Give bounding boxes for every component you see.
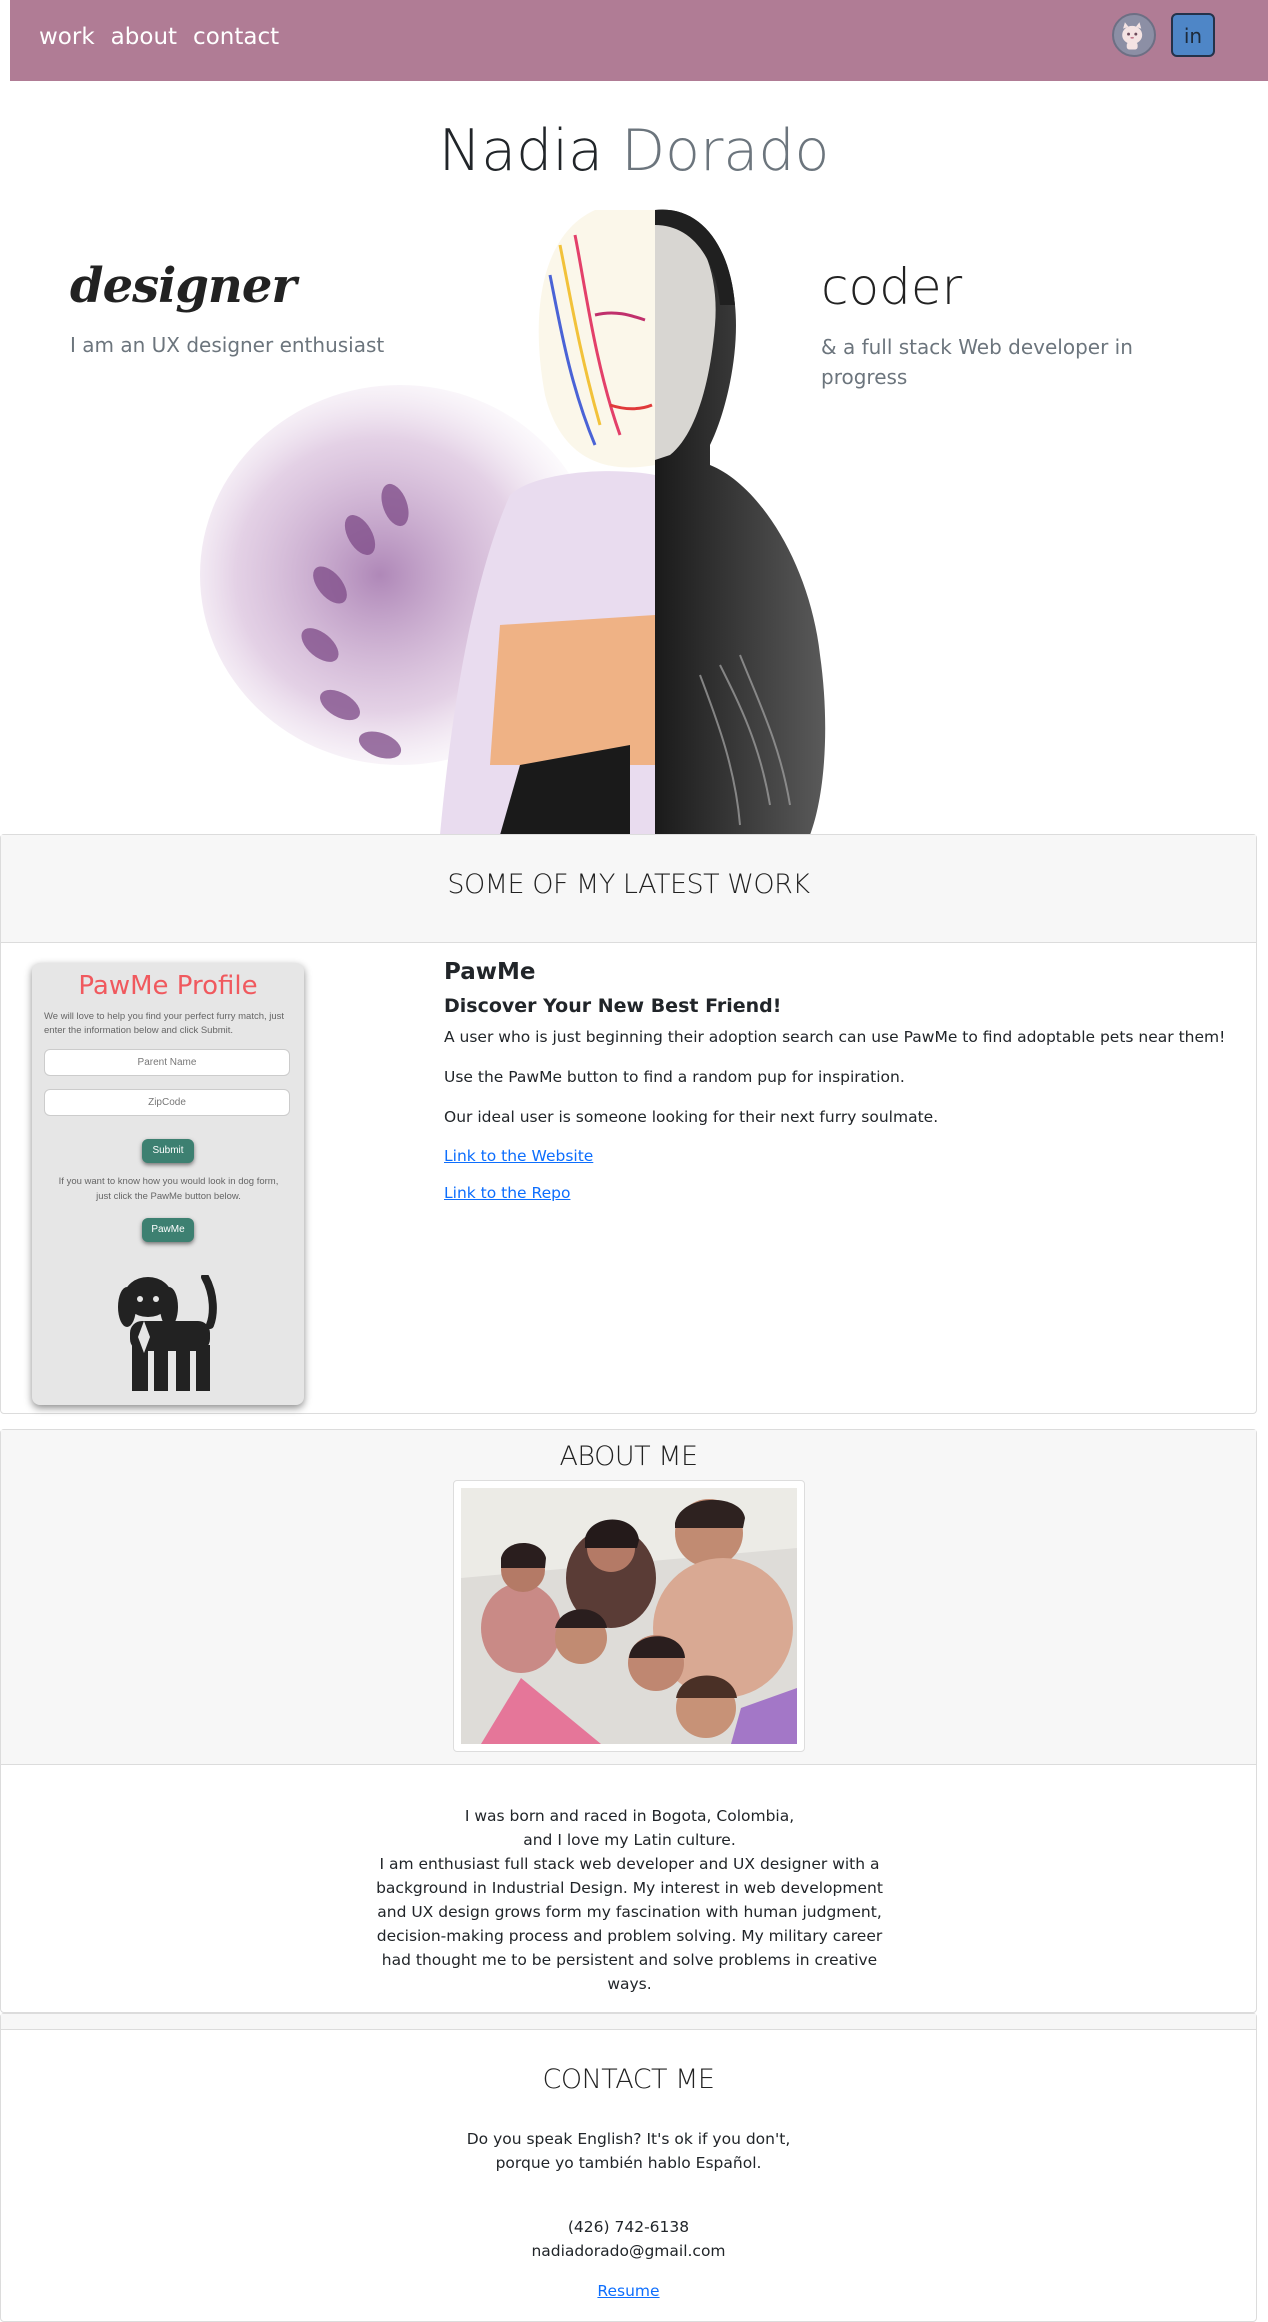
coder-subtitle: & a full stack Web developer in progress bbox=[821, 335, 1133, 389]
repo-link[interactable]: Link to the Repo bbox=[444, 1184, 1244, 1202]
nav-link-about[interactable]: about bbox=[111, 24, 177, 50]
work-section-header: SOME OF MY LATEST WORK bbox=[1, 835, 1256, 943]
designer-heading: designer bbox=[70, 258, 297, 314]
thumbnail-title: PawMe Profile bbox=[78, 971, 258, 1001]
contact-details: (426) 742-6138 nadiadorado@gmail.com Res… bbox=[1, 2215, 1256, 2303]
about-family-photo bbox=[453, 1480, 805, 1752]
contact-language-note: Do you speak English? It's ok if you don… bbox=[1, 2127, 1256, 2175]
linkedin-icon[interactable]: in bbox=[1171, 13, 1215, 57]
contact-section: CONTACT ME Do you speak English? It's ok… bbox=[0, 2013, 1257, 2322]
contact-lang-line-1: Do you speak English? It's ok if you don… bbox=[466, 2130, 791, 2148]
about-line-2: and I love my Latin culture. bbox=[523, 1831, 736, 1849]
contact-phone: (426) 742-6138 bbox=[567, 2218, 690, 2236]
project-name: PawMe bbox=[444, 959, 536, 985]
thumbnail-submit-button: Submit bbox=[142, 1139, 194, 1163]
work-heading: SOME OF MY LATEST WORK bbox=[447, 869, 810, 900]
contact-section-header bbox=[1, 2014, 1256, 2030]
last-name: Dorado bbox=[621, 118, 830, 184]
project-tagline: Discover Your New Best Friend! bbox=[444, 995, 782, 1017]
first-name: Nadia bbox=[438, 118, 604, 184]
about-line-1: I was born and raced in Bogota, Colombia… bbox=[464, 1807, 795, 1825]
contact-email: nadiadorado@gmail.com bbox=[531, 2242, 726, 2260]
nav-links: work about contact bbox=[39, 24, 279, 50]
project-details: PawMe Discover Your New Best Friend! A u… bbox=[444, 959, 1244, 1221]
linkedin-label: in bbox=[1184, 24, 1202, 48]
thumbnail-parent-name-field: Parent Name bbox=[44, 1049, 290, 1076]
about-section: ABOUT ME I was born and raced in Bogota,… bbox=[0, 1429, 1257, 2013]
page-title: Nadia Dorado bbox=[0, 118, 1268, 184]
about-heading: ABOUT ME bbox=[559, 1441, 698, 1472]
thumbnail-note: If you want to know how you would look i… bbox=[58, 1176, 279, 1202]
contact-lang-line-2: porque yo también hablo Español. bbox=[495, 2154, 762, 2172]
pawme-screenshot-thumbnail[interactable]: PawMe Profile We will love to help you f… bbox=[32, 963, 304, 1405]
about-section-header: ABOUT ME bbox=[1, 1430, 1256, 1765]
work-section: SOME OF MY LATEST WORK PawMe Profile We … bbox=[0, 834, 1257, 1414]
project-description-3: Our ideal user is someone looking for th… bbox=[444, 1108, 939, 1126]
contact-heading: CONTACT ME bbox=[542, 2064, 715, 2095]
thumbnail-zipcode-field: ZipCode bbox=[44, 1089, 290, 1116]
thumbnail-pawme-button: PawMe bbox=[142, 1218, 194, 1242]
website-link[interactable]: Link to the Website bbox=[444, 1147, 1244, 1165]
coder-heading: coder bbox=[821, 258, 963, 316]
designer-subtitle: I am an UX designer enthusiast bbox=[70, 333, 385, 357]
about-paragraph: I am enthusiast full stack web developer… bbox=[376, 1855, 883, 1993]
nav-link-contact[interactable]: contact bbox=[193, 24, 279, 50]
github-octocat-icon[interactable] bbox=[1112, 13, 1156, 57]
navbar: work about contact in bbox=[10, 0, 1268, 81]
project-description-1: A user who is just beginning their adopt… bbox=[444, 1028, 1226, 1046]
dog-logo-icon bbox=[118, 1275, 217, 1391]
about-text: I was born and raced in Bogota, Colombia… bbox=[1, 1804, 1258, 1996]
nav-link-work[interactable]: work bbox=[39, 24, 95, 50]
project-description-2: Use the PawMe button to find a random pu… bbox=[444, 1068, 905, 1086]
resume-link[interactable]: Resume bbox=[597, 2279, 659, 2303]
hero-portrait-image bbox=[200, 209, 826, 835]
thumbnail-intro: We will love to help you find your perfe… bbox=[44, 1011, 285, 1036]
